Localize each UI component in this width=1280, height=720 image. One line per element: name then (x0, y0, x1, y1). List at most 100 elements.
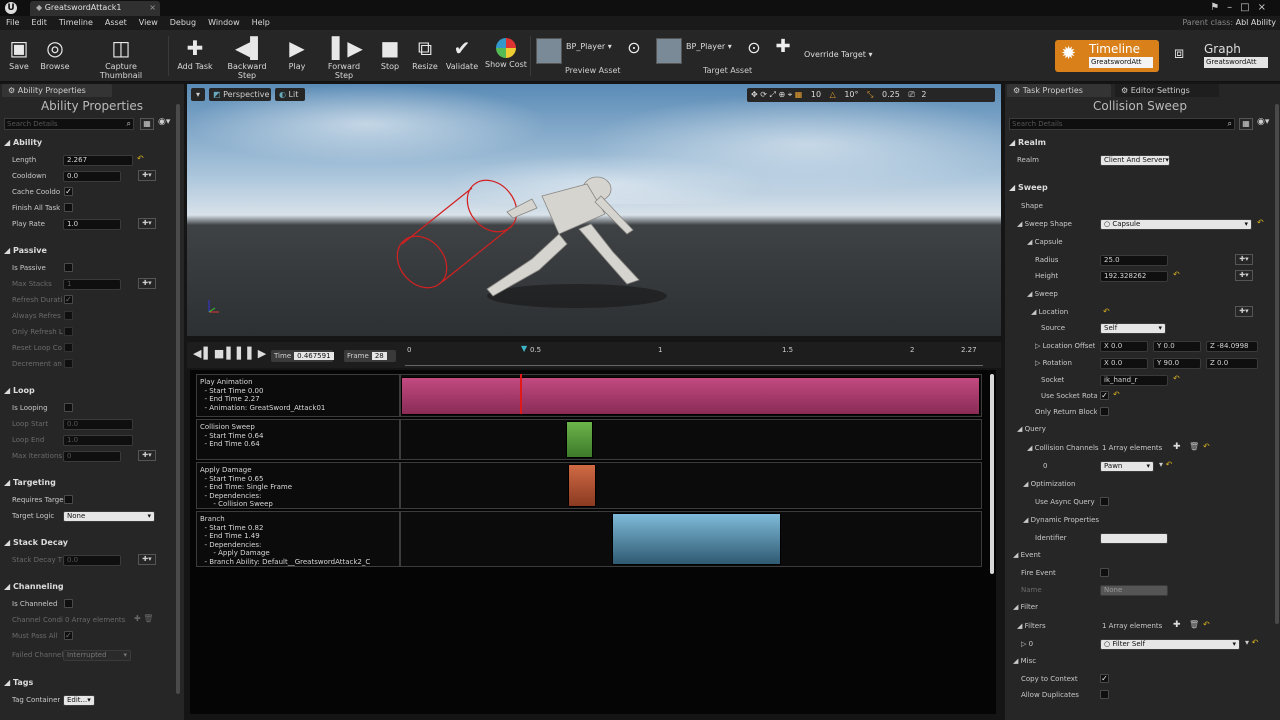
decrement-checkbox[interactable] (64, 359, 73, 368)
menu-debug[interactable]: Debug (164, 16, 202, 30)
loop-end-input[interactable]: 1.0 (63, 435, 133, 446)
section-channeling[interactable]: ◢ Channeling (4, 582, 64, 591)
scrollbar[interactable] (176, 104, 180, 694)
view-options-icon[interactable]: ▦ (1239, 118, 1253, 130)
always-refresh-checkbox[interactable] (64, 311, 73, 320)
search-details-input[interactable]: Search Details ⌕ (1009, 118, 1235, 130)
step-forward-icon[interactable]: ▌▶ (247, 347, 268, 360)
parent-class-value[interactable]: Abl Ability (1236, 18, 1276, 27)
browse-button[interactable]: ◎ Browse (38, 32, 72, 78)
max-stacks-add-icon[interactable]: ✚▾ (138, 278, 156, 289)
filters-label[interactable]: ◢ Filters (1017, 622, 1046, 630)
section-ability[interactable]: ◢ Ability (4, 138, 42, 147)
preview-asset-combo[interactable]: BP_Player ▾ (566, 42, 612, 51)
backward-step-button[interactable]: ◀▌ Backward Step (218, 32, 276, 80)
menu-timeline[interactable]: Timeline (53, 16, 99, 30)
shape-group[interactable]: Shape (1021, 202, 1043, 210)
location-label[interactable]: ◢ Location (1031, 308, 1068, 316)
is-passive-checkbox[interactable] (64, 263, 73, 272)
rotation-z[interactable]: Z 0.0 (1206, 358, 1258, 369)
track-lane[interactable] (400, 462, 982, 509)
view-options-icon[interactable]: ▦ (140, 118, 154, 130)
capture-thumbnail-button[interactable]: ◫ Capture Thumbnail (84, 32, 158, 80)
play-button[interactable]: ▶ Play (280, 32, 314, 78)
step-back-icon[interactable]: ◀▌ (193, 347, 214, 360)
track-label-apply-damage[interactable]: Apply Damage - Start Time 0.65 - End Tim… (196, 462, 400, 509)
channel-0-menu-icon[interactable]: ▾ ↶ (1159, 460, 1172, 469)
task-bar-play-animation[interactable] (401, 377, 980, 415)
must-pass-all-checkbox[interactable]: ✓ (64, 631, 73, 640)
reset-arrow-icon[interactable]: ↶ (1257, 218, 1264, 227)
is-channeled-checkbox[interactable] (64, 599, 73, 608)
capsule-group[interactable]: ◢ Capsule (1027, 238, 1063, 246)
editor-settings-tab[interactable]: ⚙ Editor Settings (1115, 84, 1219, 97)
target-asset-thumbnail[interactable] (656, 38, 682, 64)
cooldown-add-icon[interactable]: ✚▾ (138, 170, 156, 181)
array-add-icon[interactable]: ✚ (1173, 442, 1181, 452)
pause-icon[interactable]: ▌▌ (226, 347, 247, 360)
location-offset-y[interactable]: Y 0.0 (1153, 341, 1201, 352)
forward-step-button[interactable]: ▌▶ Forward Step (318, 32, 370, 80)
tracks-scrollbar[interactable] (990, 374, 994, 574)
realm-dropdown[interactable]: Client And Server▾ (1100, 155, 1170, 166)
resize-button[interactable]: ⧉ Resize (408, 32, 442, 78)
rotation-y[interactable]: Y 90.0 (1153, 358, 1201, 369)
play-rate-add-icon[interactable]: ✚▾ (138, 218, 156, 229)
radius-add-icon[interactable]: ✚▾ (1235, 254, 1253, 265)
query-group[interactable]: ◢ Query (1017, 425, 1046, 433)
filter-0-dropdown[interactable]: ○ Filter Self ▾ (1100, 639, 1240, 650)
reset-arrow-icon[interactable]: ↶ (1203, 620, 1210, 629)
time-ruler[interactable]: 0 0.5 1 1.5 2 2.27 ▼ (405, 344, 983, 366)
optimization-group[interactable]: ◢ Optimization (1023, 480, 1075, 488)
rotation-x[interactable]: X 0.0 (1100, 358, 1148, 369)
task-bar-collision-sweep[interactable] (566, 421, 593, 458)
add-task-button[interactable]: ✚ Add Task (176, 32, 214, 78)
location-offset-label[interactable]: ▷ Location Offset (1035, 342, 1095, 350)
trash-icon[interactable]: 🗑 (1189, 442, 1199, 451)
reset-arrow-icon[interactable]: ↶ (1252, 638, 1259, 647)
eye-icon[interactable]: ◉▾ (1257, 117, 1269, 127)
maximize-icon[interactable]: □ (1240, 2, 1257, 13)
preview-asset-thumbnail[interactable] (536, 38, 562, 64)
document-tab[interactable]: ◆ GreatswordAttack1 × (30, 1, 160, 16)
trash-icon[interactable]: 🗑 (1189, 620, 1199, 629)
stop-icon[interactable]: ■ (214, 347, 226, 360)
close-window-icon[interactable]: × (1258, 2, 1274, 13)
task-bar-apply-damage[interactable] (568, 464, 596, 507)
copy-to-context-checkbox[interactable]: ✓ (1100, 674, 1109, 683)
scrollbar[interactable] (1275, 104, 1279, 624)
sweep-subgroup[interactable]: ◢ Sweep (1027, 290, 1058, 298)
event-name-input[interactable]: None (1100, 585, 1168, 596)
section-realm[interactable]: ◢ Realm (1009, 138, 1046, 147)
collision-channels-label[interactable]: ◢ Collision Channels (1027, 444, 1099, 452)
search-details-input[interactable]: Search Details ⌕ (4, 118, 134, 130)
sweep-shape-label[interactable]: ◢ Sweep Shape (1017, 220, 1072, 228)
playhead-line[interactable] (520, 374, 522, 414)
reset-loop-checkbox[interactable] (64, 343, 73, 352)
requires-target-checkbox[interactable] (64, 495, 73, 504)
length-input[interactable]: 2.267 (63, 155, 133, 166)
task-bar-branch[interactable] (612, 513, 781, 565)
dynamic-properties-group[interactable]: ◢ Dynamic Properties (1023, 516, 1099, 524)
cache-cooldown-checkbox[interactable]: ✓ (64, 187, 73, 196)
section-loop[interactable]: ◢ Loop (4, 386, 35, 395)
cooldown-input[interactable]: 0.0 (63, 171, 121, 182)
menu-view[interactable]: View (133, 16, 164, 30)
reset-arrow-icon[interactable]: ↶ (1173, 374, 1180, 383)
validate-button[interactable]: ✔ Validate (444, 32, 480, 78)
misc-group[interactable]: ◢ Misc (1013, 657, 1036, 665)
reset-arrow-icon[interactable]: ↶ (137, 154, 144, 163)
filter-0-menu-icon[interactable]: ▾ ↶ (1245, 638, 1258, 647)
override-target-dropdown[interactable]: Override Target ▾ (804, 50, 872, 59)
section-sweep[interactable]: ◢ Sweep (1009, 183, 1048, 192)
sweep-shape-dropdown[interactable]: ○ Capsule ▾ (1100, 219, 1252, 230)
timeline-mode-button[interactable]: ✹ Timeline GreatswordAtt (1055, 40, 1159, 72)
add-element-icon[interactable]: ✚ 🗑 (134, 614, 153, 623)
use-async-query-checkbox[interactable] (1100, 497, 1109, 506)
graph-mode-button[interactable]: ⧈ Graph GreatswordAtt (1172, 40, 1272, 72)
task-properties-tab[interactable]: ⚙ Task Properties (1007, 84, 1111, 97)
menu-window[interactable]: Window (202, 16, 246, 30)
reset-arrow-icon[interactable]: ↶ (1203, 442, 1210, 451)
track-lane[interactable] (400, 419, 982, 460)
notify-icon[interactable]: ⚑ (1210, 2, 1227, 13)
